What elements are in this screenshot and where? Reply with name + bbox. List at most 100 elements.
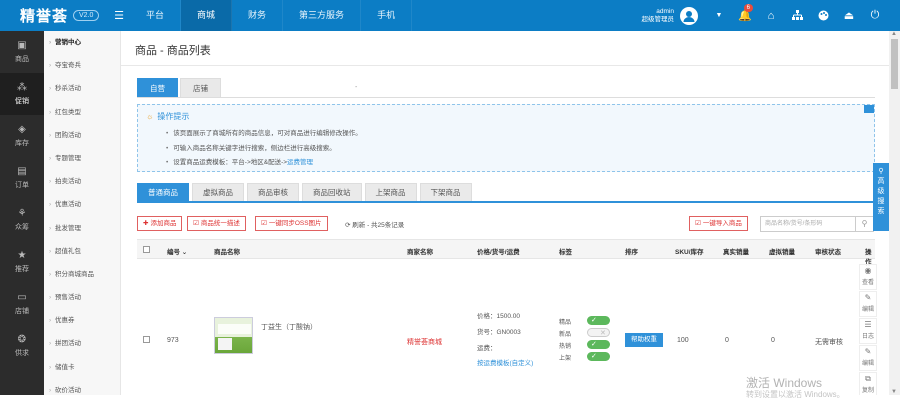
action-label: 日志 <box>862 334 874 340</box>
search-input[interactable]: 商品名称/货号/条形码 <box>760 216 856 232</box>
col-id[interactable]: 编号 ⌄ <box>167 246 187 256</box>
menu-toggle-icon[interactable]: ☰ <box>110 9 128 22</box>
sidebar-item-shop[interactable]: ▭ 店铺 <box>0 283 44 325</box>
tab-recycle-bin[interactable]: 商品回收站 <box>302 183 362 201</box>
submenu-item[interactable]: 营销中心 <box>44 31 120 54</box>
submenu-item[interactable]: 砍价活动 <box>44 379 120 402</box>
chevron-down-icon[interactable]: ▼ <box>706 0 732 31</box>
submenu-item[interactable]: 拍卖活动 <box>44 170 120 193</box>
product-image[interactable] <box>214 317 253 354</box>
submenu-item[interactable]: 专题管理 <box>44 147 120 170</box>
toggle-on-shelf[interactable]: ✓ <box>587 352 610 361</box>
user-info[interactable]: admin 超级管理员 <box>642 8 675 24</box>
eject-icon[interactable]: ⏏ <box>836 0 862 31</box>
user-name: admin <box>642 8 675 16</box>
submenu-item[interactable]: 团购活动 <box>44 124 120 147</box>
submenu-item[interactable]: 批发管理 <box>44 217 120 240</box>
bell-icon[interactable]: 🔔6 <box>732 0 758 31</box>
copy-button[interactable]: ⧉复制 <box>859 372 877 395</box>
toggle-featured[interactable]: ✓ <box>587 316 610 325</box>
freight-link[interactable]: 运费管理 <box>287 159 313 166</box>
logo[interactable]: 精誉荟 V2.0 <box>0 5 110 26</box>
submenu-item[interactable]: 积分商城商品 <box>44 263 120 286</box>
row-checkbox[interactable] <box>143 336 150 343</box>
submenu-item[interactable]: 超值礼包 <box>44 240 120 263</box>
submenu-item[interactable]: 夺宝奇兵 <box>44 54 120 77</box>
sidebar-item-promotion[interactable]: ⁂ 促销 <box>0 73 44 115</box>
toggle-new[interactable]: ✕ <box>587 328 610 337</box>
refresh-label: 刷新 - 共25条记录 <box>352 222 404 229</box>
stock-value[interactable]: 100 <box>677 337 689 344</box>
nav-mobile[interactable]: 手机 <box>361 0 412 31</box>
toggle-hot[interactable]: ✓ <box>587 340 610 349</box>
sitemap-icon[interactable] <box>784 0 810 31</box>
tab-goods-review[interactable]: 商品审核 <box>247 183 299 201</box>
audit-status: 无需审核 <box>815 337 843 347</box>
import-goods-button[interactable]: ☑一键导入商品 <box>689 216 748 231</box>
page-title: 商品 - 商品列表 <box>135 42 211 58</box>
edit-button[interactable]: ✎编辑 <box>859 345 877 371</box>
nav-third-party[interactable]: 第三方服务 <box>283 0 361 31</box>
sidebar-item-crowdfunding[interactable]: ⚘ 众筹 <box>0 199 44 241</box>
sidebar-item-order[interactable]: ▤ 订单 <box>0 157 44 199</box>
freight-template-link[interactable]: 按运费模板(自定义) <box>477 357 533 367</box>
goods-name[interactable]: 丁益生（丁酸钠） <box>261 322 317 332</box>
power-icon[interactable]: ⏻ <box>862 0 888 31</box>
submenu: 营销中心 夺宝奇兵 秒杀活动 红包类型 团购活动 专题管理 拍卖活动 优惠活动 … <box>44 31 121 395</box>
log-button[interactable]: ☰日志 <box>859 318 877 344</box>
scroll-down-icon[interactable]: ▼ <box>891 389 897 395</box>
virtual-sales-value[interactable]: 0 <box>771 337 775 344</box>
row-actions: ◉查看 ✎编辑 ☰日志 ✎编辑 ⧉复制 <box>859 264 875 395</box>
collapse-toggle[interactable] <box>864 105 874 113</box>
submenu-item[interactable]: 优惠活动 <box>44 193 120 216</box>
nav-finance[interactable]: 财务 <box>232 0 283 31</box>
tab-shops[interactable]: 店铺 <box>180 78 221 97</box>
shop-icon: ▭ <box>17 292 26 303</box>
tab-self-operated[interactable]: 自营 <box>137 78 178 97</box>
select-all-checkbox[interactable] <box>143 246 150 253</box>
sync-oss-button[interactable]: ☑一键同步OSS图片 <box>255 216 328 231</box>
tab-normal-goods[interactable]: 普通商品 <box>137 183 189 201</box>
sidebar-item-recommend[interactable]: ★ 推荐 <box>0 241 44 283</box>
nav-platform[interactable]: 平台 <box>130 0 181 31</box>
tab-virtual-goods[interactable]: 虚拟商品 <box>192 183 244 201</box>
submenu-item[interactable]: 储值卡 <box>44 356 120 379</box>
divider: - <box>355 84 357 91</box>
search-icon[interactable]: ⚲ <box>856 216 874 232</box>
col-real-sales: 真实销量 <box>723 246 749 256</box>
shop-name[interactable]: 精誉荟商城 <box>407 337 442 347</box>
add-goods-button[interactable]: ✚添加商品 <box>137 216 182 231</box>
avatar[interactable] <box>680 7 698 25</box>
tab-on-shelf[interactable]: 上架商品 <box>365 183 417 201</box>
submenu-item[interactable]: 红包类型 <box>44 101 120 124</box>
advanced-search-button[interactable]: ⚲ 高级搜索 <box>873 163 889 231</box>
sidebar-item-stock[interactable]: ◈ 库存 <box>0 115 44 157</box>
scroll-up-icon[interactable]: ▲ <box>891 31 897 37</box>
crowdfunding-icon: ⚘ <box>18 208 27 219</box>
col-virtual-sales: 虚拟销量 <box>769 246 795 256</box>
tag-label: 上架 <box>559 353 571 362</box>
palette-icon[interactable] <box>810 0 836 31</box>
tips-header[interactable]: ☼操作提示 <box>146 111 189 122</box>
col-stock: SKU/库存 <box>675 246 704 256</box>
nav-mall[interactable]: 商城 <box>181 0 232 31</box>
sidebar-item-goods[interactable]: ▣ 商品 <box>0 31 44 73</box>
submenu-item[interactable]: 拼团活动 <box>44 332 120 355</box>
edit-button[interactable]: ✎编辑 <box>859 291 877 317</box>
col-tags: 标签 <box>559 246 572 256</box>
submenu-item[interactable]: 秒杀活动 <box>44 77 120 100</box>
sort-weight-button[interactable]: 帮助权重 <box>625 333 663 347</box>
sidebar-item-label: 商品 <box>15 54 29 64</box>
submenu-item[interactable]: 优惠券 <box>44 309 120 332</box>
edit-icon: ✎ <box>860 346 876 358</box>
scrollbar[interactable]: ▲ ▼ <box>889 31 900 395</box>
refresh-button[interactable]: ⟳ 刷新 - 共25条记录 <box>345 219 404 229</box>
sidebar-item-label: 推荐 <box>15 264 29 274</box>
view-button[interactable]: ◉查看 <box>859 264 877 290</box>
scroll-thumb[interactable] <box>891 39 898 89</box>
tab-off-shelf[interactable]: 下架商品 <box>420 183 472 201</box>
home-icon[interactable]: ⌂ <box>758 0 784 31</box>
sidebar-item-supply[interactable]: ❂ 供求 <box>0 325 44 367</box>
submenu-item[interactable]: 预售活动 <box>44 286 120 309</box>
unified-desc-button[interactable]: ☑商品统一描述 <box>187 216 246 231</box>
